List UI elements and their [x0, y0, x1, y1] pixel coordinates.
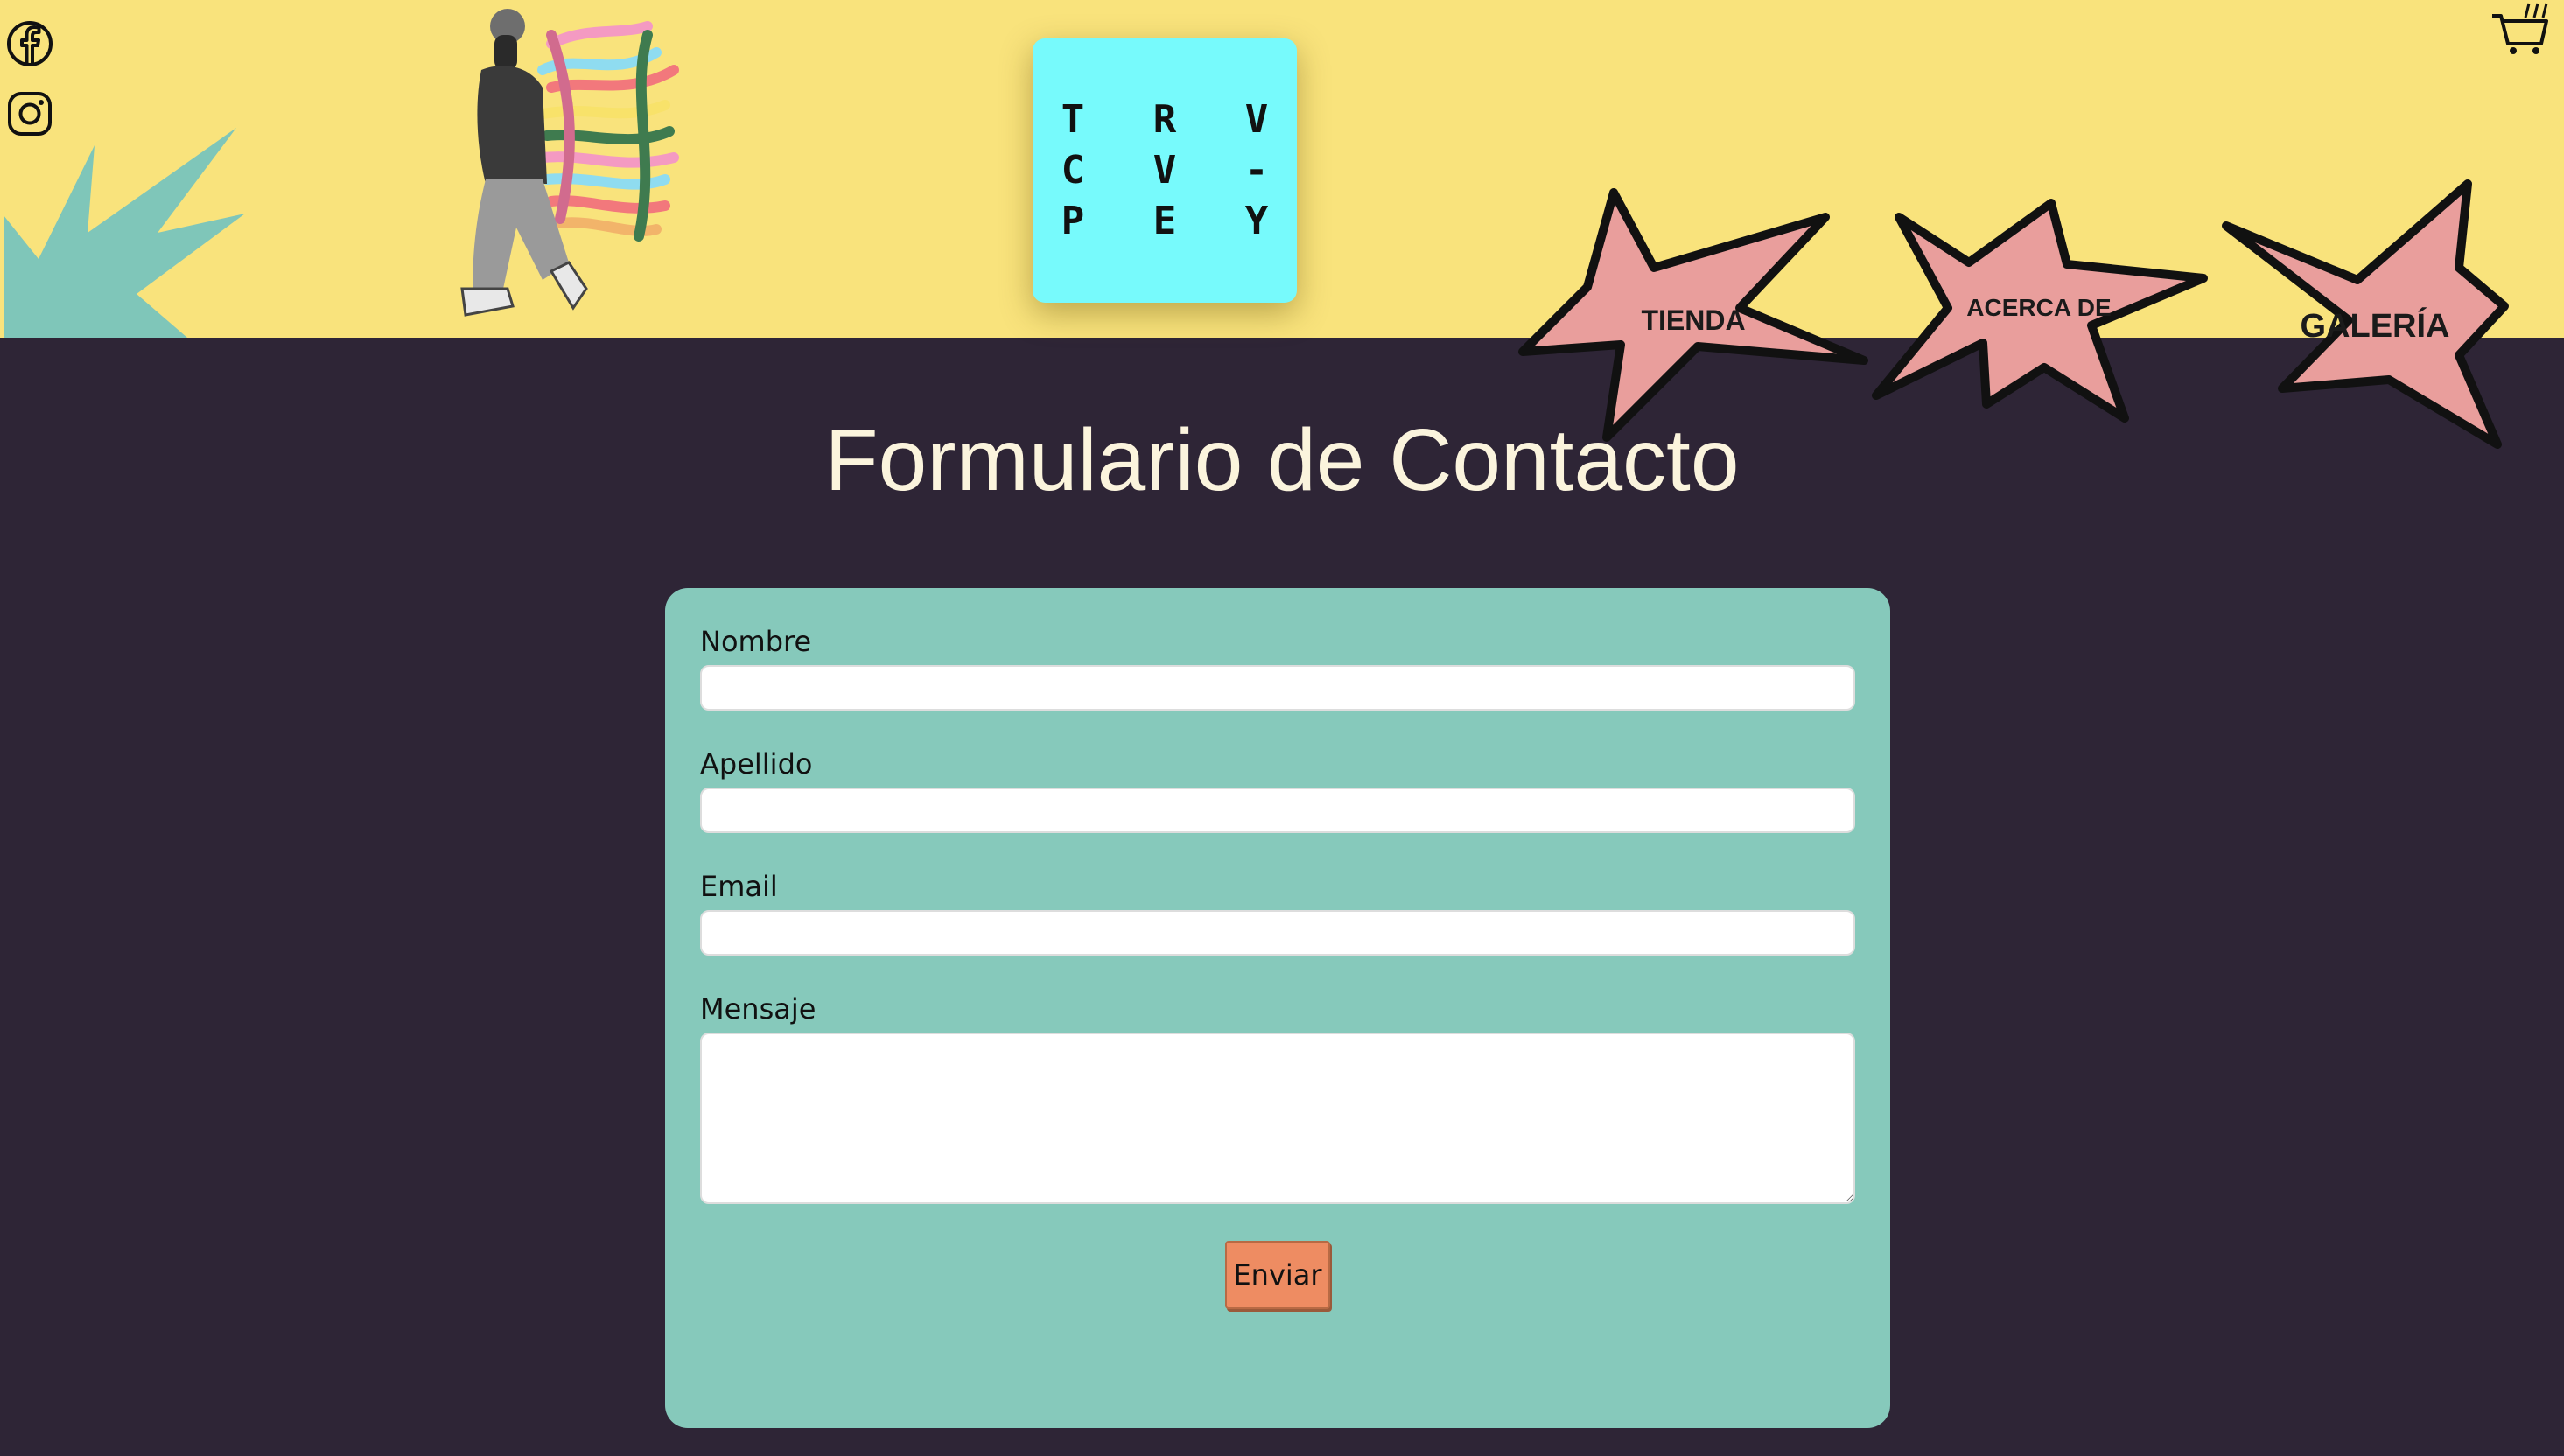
- nav-galeria-label: GALERÍA: [2300, 308, 2450, 345]
- mensaje-textarea[interactable]: [700, 1032, 1855, 1204]
- nombre-label: Nombre: [700, 625, 812, 658]
- decorative-splash: [4, 128, 245, 338]
- site-logo[interactable]: T R VC V -P E Y: [1033, 38, 1297, 303]
- nav-galeria[interactable]: GALERÍA: [2222, 179, 2524, 449]
- email-input[interactable]: [700, 910, 1855, 956]
- logo-text: T R VC V -P E Y: [1061, 97, 1292, 243]
- facebook-icon[interactable]: [5, 19, 54, 68]
- nombre-input[interactable]: [700, 665, 1855, 710]
- mensaje-label: Mensaje: [700, 992, 816, 1026]
- nav-tienda[interactable]: TIENDA: [1518, 188, 1868, 442]
- apellido-label: Apellido: [700, 747, 813, 780]
- page-title: Formulario de Contacto: [824, 411, 1740, 509]
- enviar-button[interactable]: Enviar: [1225, 1241, 1330, 1309]
- nav-acerca-de-label: ACERCA DE: [1966, 294, 2112, 321]
- nav-tienda-label: TIENDA: [1641, 304, 1746, 336]
- walking-person-illustration: [460, 9, 679, 317]
- shopping-cart-icon[interactable]: [2489, 0, 2550, 58]
- contact-form: Nombre Apellido Email Mensaje Enviar: [665, 588, 1890, 1428]
- email-label: Email: [700, 870, 778, 903]
- nav-acerca-de[interactable]: ACERCA DE: [1872, 199, 2208, 423]
- apellido-input[interactable]: [700, 788, 1855, 833]
